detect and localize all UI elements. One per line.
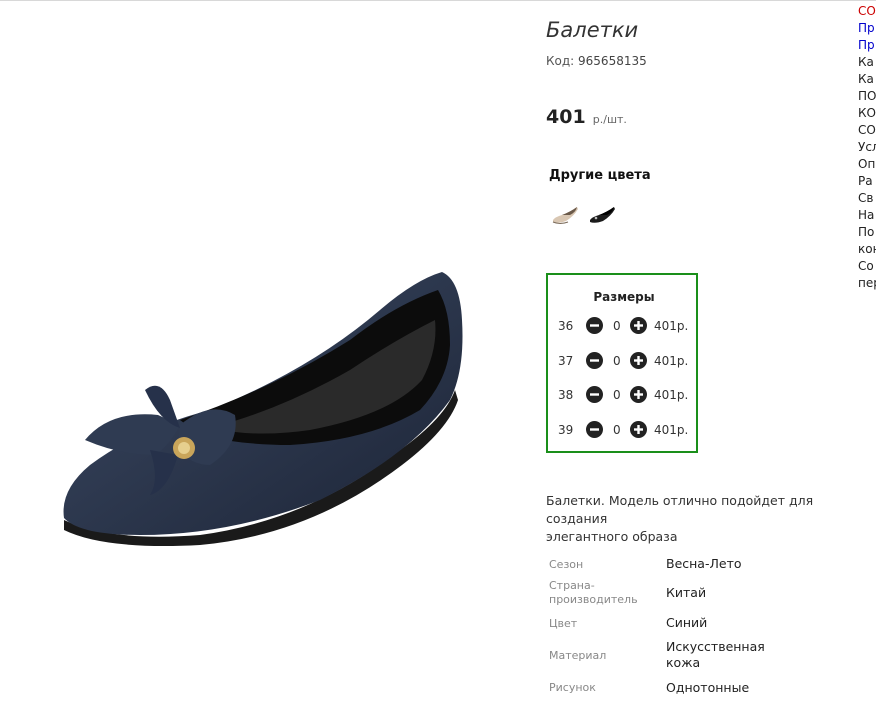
size-value: 38: [558, 388, 574, 402]
size-price: 401р.: [654, 388, 689, 402]
sidebar-item[interactable]: Оп: [858, 156, 876, 173]
description-line: Балетки. Модель отлично подойдет для соз…: [546, 493, 814, 526]
sidebar-item[interactable]: По: [858, 224, 876, 241]
beige-flat-icon[interactable]: [550, 200, 580, 228]
size-price: 401р.: [654, 423, 689, 437]
product-sku: Код: 965658135: [546, 54, 647, 68]
sidebar-item[interactable]: Пр: [858, 37, 876, 54]
sizes-heading: Размеры: [593, 290, 655, 304]
other-colors-heading: Другие цвета: [549, 168, 651, 183]
minus-icon: [590, 428, 599, 431]
size-row: 39 0 401р.: [558, 421, 698, 441]
spec-value: Китай: [666, 585, 707, 600]
right-sidebar: СО Пр Пр Ка Ка ПО КО СО Усл Оп Ра Св На …: [858, 3, 876, 292]
spec-key: Страна-: [549, 579, 595, 592]
spec-key: Цвет: [549, 617, 578, 630]
size-row: 36 0 401р.: [558, 317, 698, 337]
sidebar-item[interactable]: Усл: [858, 139, 876, 156]
sidebar-item[interactable]: На: [858, 207, 876, 224]
sidebar-item[interactable]: кон: [858, 241, 876, 258]
decrease-button[interactable]: [586, 421, 603, 438]
spec-value: Однотонные: [666, 680, 750, 695]
product-title: Балетки: [546, 18, 639, 42]
increase-button[interactable]: [630, 386, 647, 403]
sidebar-item[interactable]: Ра: [858, 173, 876, 190]
plus-icon: [634, 390, 643, 399]
sidebar-item[interactable]: Со: [858, 258, 876, 275]
price-amount: 401: [546, 106, 586, 128]
size-value: 37: [558, 354, 574, 368]
size-row: 37 0 401р.: [558, 352, 698, 372]
minus-icon: [590, 393, 599, 396]
plus-icon: [634, 356, 643, 365]
product-photo: [63, 272, 463, 546]
sku-label: Код:: [546, 54, 575, 68]
top-divider: [0, 0, 876, 1]
spec-value: Синий: [666, 615, 708, 630]
increase-button[interactable]: [630, 317, 647, 334]
increase-button[interactable]: [630, 421, 647, 438]
size-price: 401р.: [654, 354, 689, 368]
decrease-button[interactable]: [586, 352, 603, 369]
plus-icon: [634, 425, 643, 434]
spec-key: производитель: [549, 593, 638, 606]
size-value: 39: [558, 423, 574, 437]
decrease-button[interactable]: [586, 317, 603, 334]
sidebar-item[interactable]: Пр: [858, 20, 876, 37]
spec-key: Материал: [549, 649, 607, 662]
sidebar-item[interactable]: СО: [858, 3, 876, 20]
spec-value: Весна-Лето: [666, 556, 742, 571]
spec-value: Искусственная: [666, 639, 765, 654]
description-line: элегантного образа: [546, 529, 678, 544]
decrease-button[interactable]: [586, 386, 603, 403]
sidebar-item[interactable]: пер: [858, 275, 876, 292]
minus-icon: [590, 324, 599, 327]
size-value: 36: [558, 319, 574, 333]
sku-value: 965658135: [578, 54, 647, 68]
sizes-panel: Размеры 36 0 401р. 37 0 401р. 38 0 401р.…: [546, 273, 698, 453]
price-unit: р./шт.: [592, 113, 627, 126]
spec-value: кожа: [666, 655, 701, 670]
sidebar-item[interactable]: Ка: [858, 54, 876, 71]
product-description: Балетки. Модель отлично подойдет для соз…: [546, 492, 876, 546]
sidebar-item[interactable]: КО: [858, 105, 876, 122]
product-price: 401 р./шт.: [546, 106, 627, 128]
increase-button[interactable]: [630, 352, 647, 369]
spec-key: Рисунок: [549, 681, 596, 694]
size-price: 401р.: [654, 319, 689, 333]
plus-icon: [634, 321, 643, 330]
sidebar-item[interactable]: ПО: [858, 88, 876, 105]
minus-icon: [590, 359, 599, 362]
black-flat-icon[interactable]: [587, 200, 617, 228]
sidebar-item[interactable]: Ка: [858, 71, 876, 88]
spec-key: Сезон: [549, 558, 584, 571]
sidebar-item[interactable]: Св: [858, 190, 876, 207]
size-row: 38 0 401р.: [558, 386, 698, 406]
sidebar-item[interactable]: СО: [858, 122, 876, 139]
